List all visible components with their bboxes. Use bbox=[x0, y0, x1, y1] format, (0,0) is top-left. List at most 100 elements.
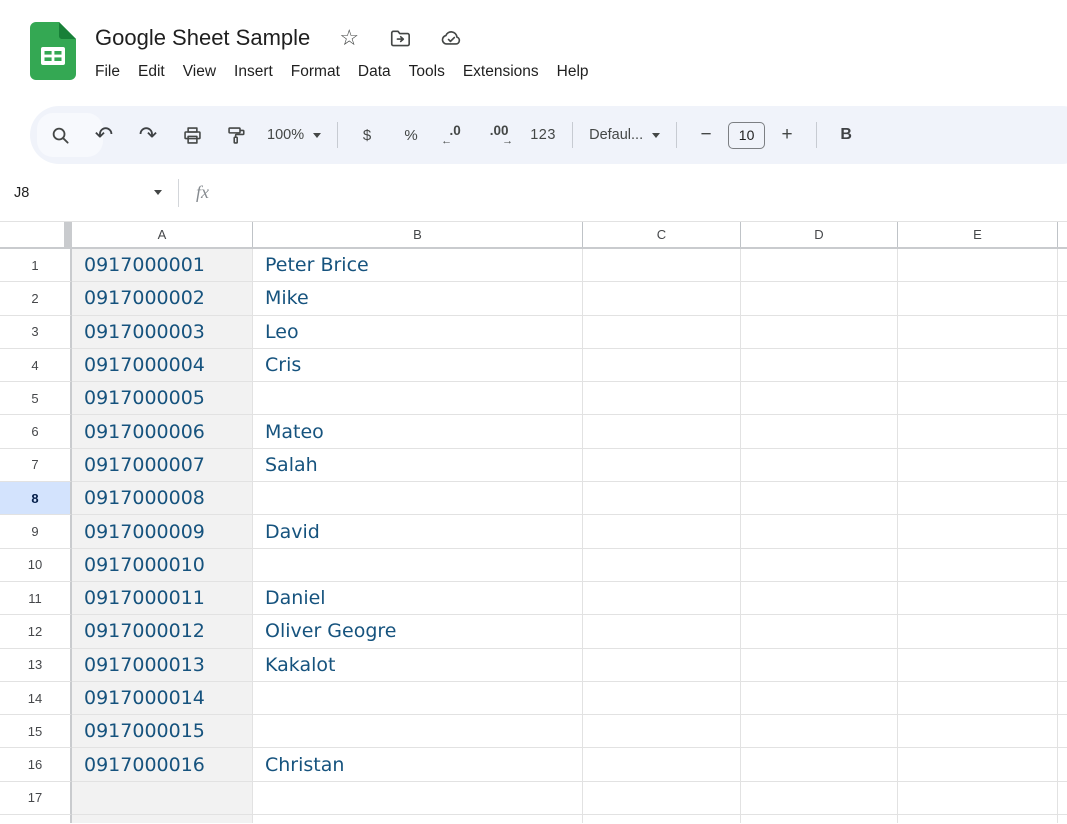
column-header-f-partial[interactable] bbox=[1058, 222, 1067, 247]
cell-col-c[interactable] bbox=[583, 382, 741, 415]
cell-col-c[interactable] bbox=[583, 715, 741, 748]
cell-col-a[interactable]: 0917000004 bbox=[72, 349, 253, 382]
cell-col-d[interactable] bbox=[741, 515, 898, 548]
cell-col-a[interactable]: 0917000009 bbox=[72, 515, 253, 548]
cell-col-b[interactable]: Peter Brice bbox=[253, 249, 583, 282]
cell-col-d[interactable] bbox=[741, 549, 898, 582]
print-button[interactable] bbox=[170, 115, 214, 155]
cloud-saved-icon[interactable] bbox=[440, 27, 462, 49]
cell-col-e[interactable] bbox=[898, 649, 1058, 682]
cell-col-b[interactable]: Oliver Geogre bbox=[253, 615, 583, 648]
cell-col-a[interactable]: 0917000008 bbox=[72, 482, 253, 515]
cell-col-d[interactable] bbox=[741, 615, 898, 648]
font-family-select[interactable]: Defaul... bbox=[580, 127, 669, 143]
menu-insert[interactable]: Insert bbox=[225, 59, 282, 85]
cell-col-d[interactable] bbox=[741, 482, 898, 515]
cell-col-f[interactable] bbox=[1058, 282, 1067, 315]
name-box[interactable]: J8 bbox=[0, 185, 168, 201]
menu-help[interactable]: Help bbox=[548, 59, 598, 85]
cell-col-f[interactable] bbox=[1058, 782, 1067, 815]
cell-col-a[interactable]: 0917000016 bbox=[72, 748, 253, 781]
row-header[interactable]: 9 bbox=[0, 515, 72, 548]
increase-decimal-button[interactable]: .00 → bbox=[477, 124, 521, 146]
format-currency-button[interactable]: $ bbox=[345, 115, 389, 155]
cell-col-d[interactable] bbox=[741, 815, 898, 823]
cell-col-e[interactable] bbox=[898, 782, 1058, 815]
cell-col-c[interactable] bbox=[583, 515, 741, 548]
row-header[interactable] bbox=[0, 815, 72, 823]
cell-col-b[interactable] bbox=[253, 682, 583, 715]
cell-col-d[interactable] bbox=[741, 715, 898, 748]
cell-col-d[interactable] bbox=[741, 782, 898, 815]
cell-col-f[interactable] bbox=[1058, 815, 1067, 823]
cell-col-e[interactable] bbox=[898, 282, 1058, 315]
cell-col-e[interactable] bbox=[898, 682, 1058, 715]
paint-format-button[interactable] bbox=[214, 115, 258, 155]
cell-col-b[interactable]: Leo bbox=[253, 316, 583, 349]
cell-col-d[interactable] bbox=[741, 316, 898, 349]
move-to-folder-icon[interactable] bbox=[389, 27, 411, 49]
row-header[interactable]: 4 bbox=[0, 349, 72, 382]
cell-col-e[interactable] bbox=[898, 349, 1058, 382]
cell-col-f[interactable] bbox=[1058, 249, 1067, 282]
cell-col-b[interactable]: Christan bbox=[253, 748, 583, 781]
row-header[interactable]: 6 bbox=[0, 415, 72, 448]
cell-col-f[interactable] bbox=[1058, 349, 1067, 382]
cell-col-e[interactable] bbox=[898, 715, 1058, 748]
cell-col-a[interactable]: 0917000006 bbox=[72, 415, 253, 448]
menu-view[interactable]: View bbox=[174, 59, 225, 85]
cell-col-d[interactable] bbox=[741, 282, 898, 315]
row-header[interactable]: 12 bbox=[0, 615, 72, 648]
cell-col-b[interactable] bbox=[253, 549, 583, 582]
cell-col-e[interactable] bbox=[898, 615, 1058, 648]
column-header-e[interactable]: E bbox=[898, 222, 1058, 247]
row-header[interactable]: 8 bbox=[0, 482, 72, 515]
row-header[interactable]: 17 bbox=[0, 782, 72, 815]
column-header-c[interactable]: C bbox=[583, 222, 741, 247]
document-title[interactable]: Google Sheet Sample bbox=[95, 23, 310, 53]
cell-col-d[interactable] bbox=[741, 449, 898, 482]
cell-col-a[interactable]: 0917000005 bbox=[72, 382, 253, 415]
row-header[interactable]: 1 bbox=[0, 249, 72, 282]
cell-col-b[interactable] bbox=[253, 482, 583, 515]
select-all-corner[interactable] bbox=[0, 222, 72, 247]
cell-col-d[interactable] bbox=[741, 582, 898, 615]
bold-button[interactable]: B bbox=[824, 115, 868, 155]
cell-col-a[interactable]: 0917000012 bbox=[72, 615, 253, 648]
menu-format[interactable]: Format bbox=[282, 59, 349, 85]
menu-extensions[interactable]: Extensions bbox=[454, 59, 548, 85]
cell-col-b[interactable]: Cris bbox=[253, 349, 583, 382]
cell-col-c[interactable] bbox=[583, 682, 741, 715]
cell-col-c[interactable] bbox=[583, 582, 741, 615]
cell-col-b[interactable]: Kakalot bbox=[253, 649, 583, 682]
cell-col-e[interactable] bbox=[898, 515, 1058, 548]
cell-col-f[interactable] bbox=[1058, 682, 1067, 715]
cell-col-c[interactable] bbox=[583, 815, 741, 823]
cell-col-c[interactable] bbox=[583, 349, 741, 382]
undo-button[interactable]: ↶ bbox=[82, 115, 126, 155]
row-header[interactable]: 3 bbox=[0, 316, 72, 349]
cell-col-d[interactable] bbox=[741, 415, 898, 448]
row-header[interactable]: 14 bbox=[0, 682, 72, 715]
cell-col-b[interactable]: Mateo bbox=[253, 415, 583, 448]
cell-col-a[interactable]: 0917000001 bbox=[72, 249, 253, 282]
cell-col-f[interactable] bbox=[1058, 649, 1067, 682]
decrease-decimal-button[interactable]: .0 ← bbox=[433, 124, 477, 146]
cell-col-b[interactable]: Mike bbox=[253, 282, 583, 315]
cell-col-e[interactable] bbox=[898, 382, 1058, 415]
row-header[interactable]: 2 bbox=[0, 282, 72, 315]
menu-data[interactable]: Data bbox=[349, 59, 400, 85]
cell-col-f[interactable] bbox=[1058, 482, 1067, 515]
cell-col-b[interactable]: Daniel bbox=[253, 582, 583, 615]
cell-col-e[interactable] bbox=[898, 249, 1058, 282]
cell-col-c[interactable] bbox=[583, 482, 741, 515]
cell-col-b[interactable] bbox=[253, 382, 583, 415]
row-header[interactable]: 7 bbox=[0, 449, 72, 482]
cell-col-b[interactable]: David bbox=[253, 515, 583, 548]
cell-col-e[interactable] bbox=[898, 482, 1058, 515]
cell-col-e[interactable] bbox=[898, 748, 1058, 781]
cell-col-b[interactable] bbox=[253, 815, 583, 823]
cell-col-f[interactable] bbox=[1058, 515, 1067, 548]
cell-col-c[interactable] bbox=[583, 249, 741, 282]
cell-col-e[interactable] bbox=[898, 415, 1058, 448]
